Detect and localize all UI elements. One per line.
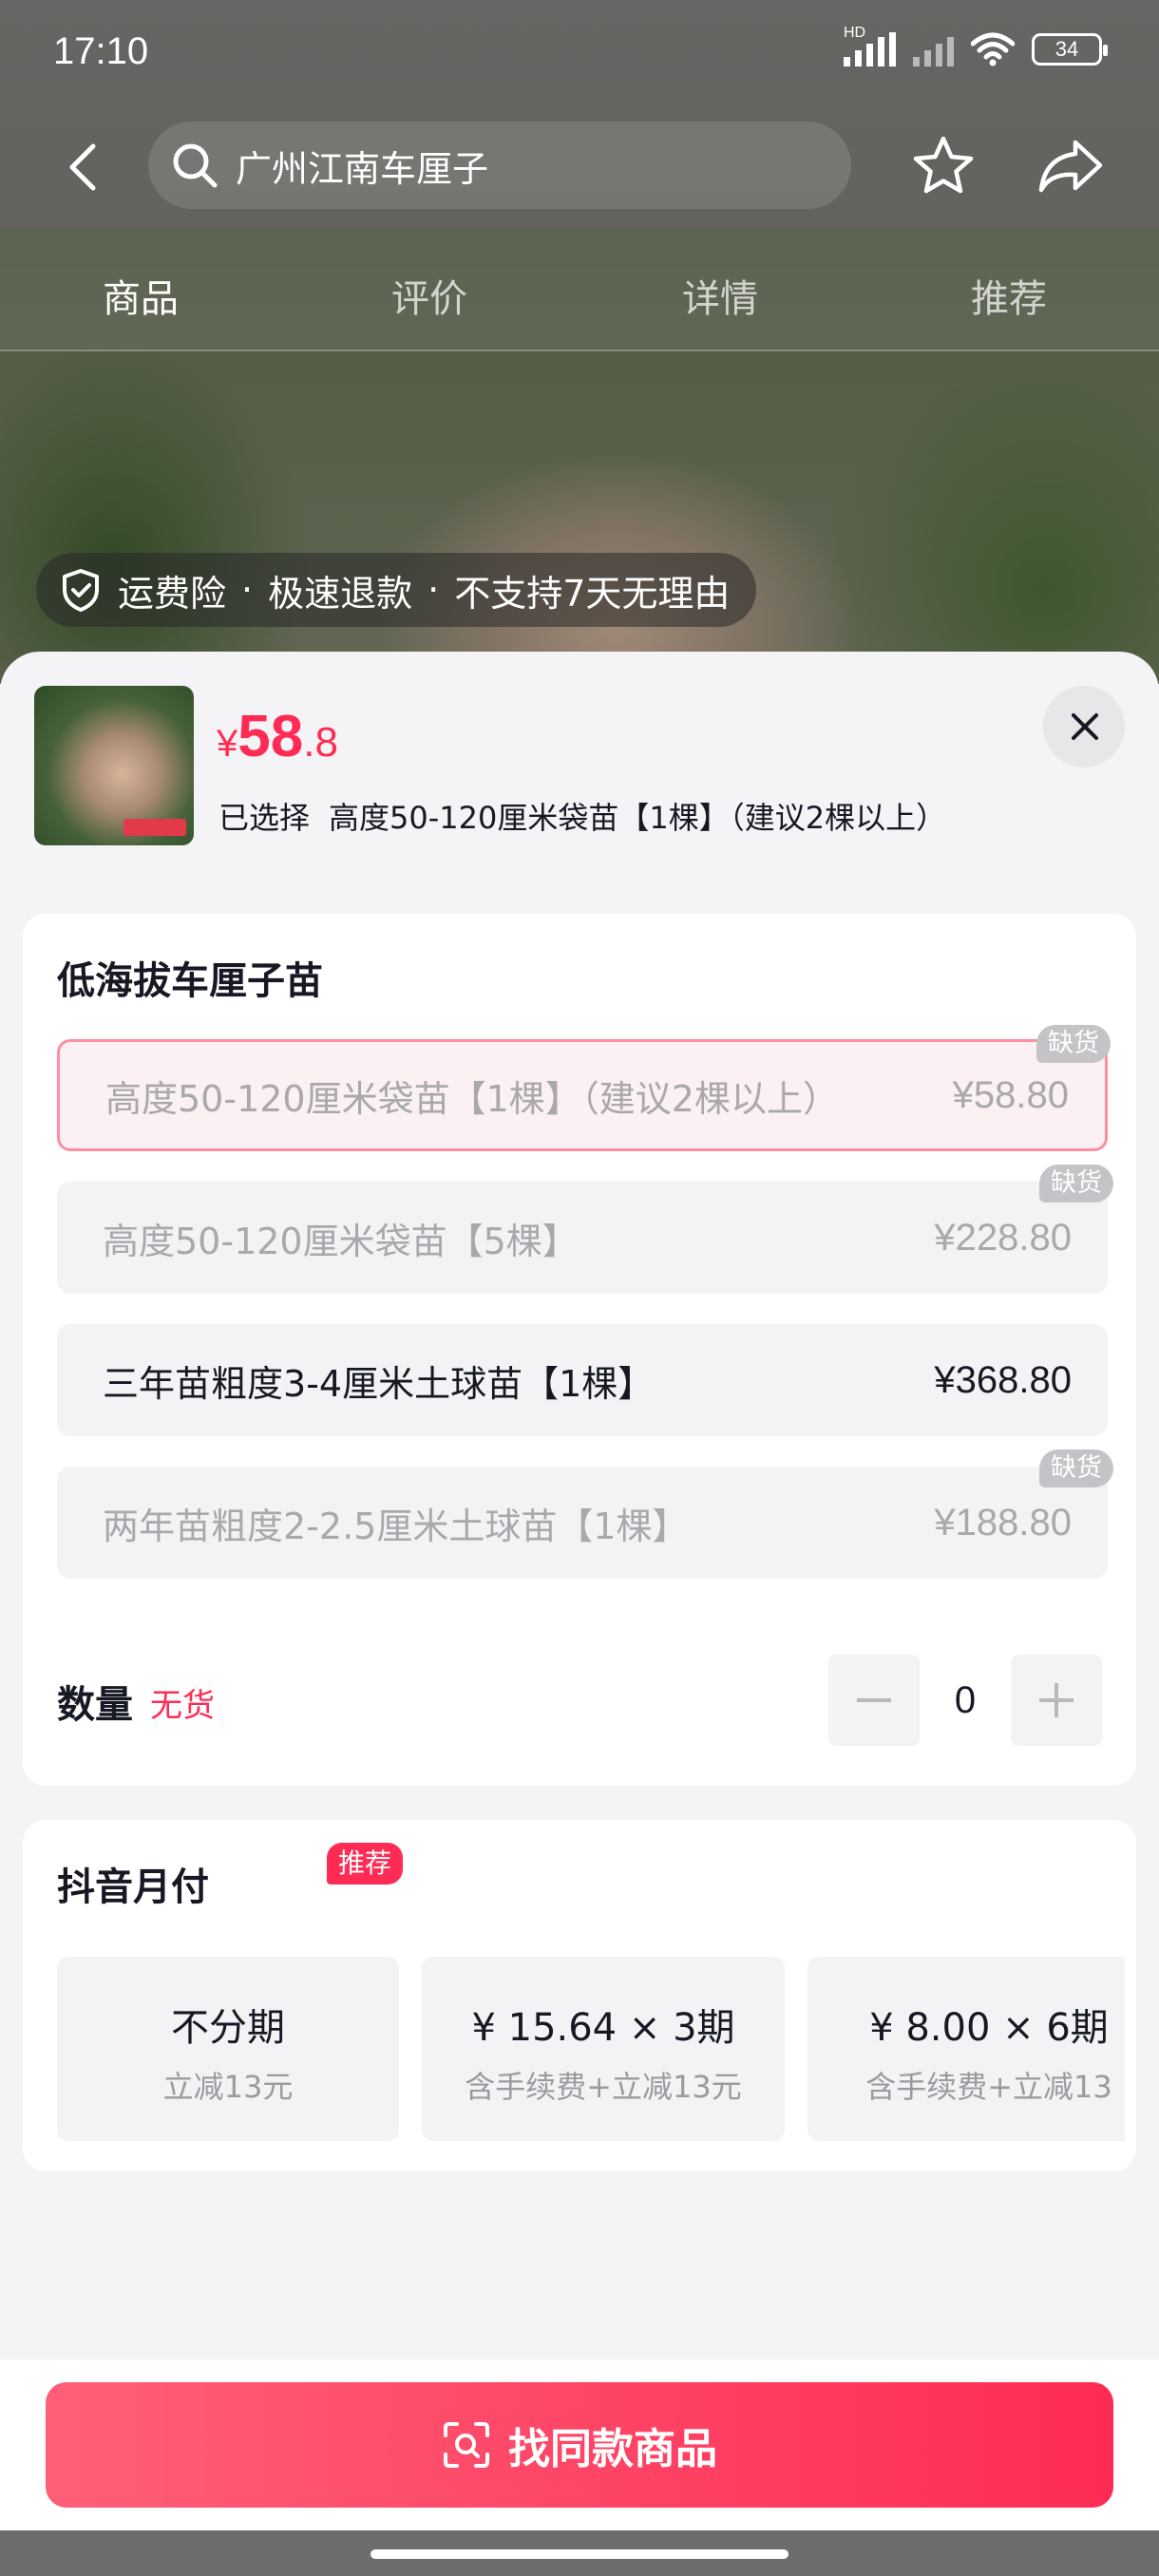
- back-arrow-icon[interactable]: [57, 139, 114, 196]
- guarantee-separator: ·: [241, 569, 254, 611]
- quantity-value[interactable]: 0: [920, 1655, 1011, 1746]
- status-bar: 17:10 HD 34: [0, 0, 1159, 106]
- product-image-banner: 17:10 HD 34 广州江南车厘子 商品 评价 详情 推荐 运费险 · 极速…: [0, 0, 1159, 684]
- wifi-icon: [971, 32, 1015, 66]
- product-price: ¥58.8: [217, 703, 338, 770]
- price-decimal: .8: [303, 719, 338, 766]
- option-price: ¥58.80: [952, 1073, 1069, 1116]
- star-icon[interactable]: [910, 133, 977, 199]
- spec-card: 低海拔车厘子苗 高度50-120厘米袋苗【1棵】（建议2棵以上） ¥58.80 …: [23, 914, 1136, 1786]
- option-price: ¥228.80: [934, 1216, 1072, 1259]
- option-price: ¥188.80: [934, 1501, 1072, 1544]
- home-indicator[interactable]: [370, 2549, 788, 2559]
- quantity-decrease-button[interactable]: [828, 1655, 920, 1746]
- quantity-label: 数量: [57, 1683, 133, 1727]
- scan-icon: [444, 2422, 489, 2468]
- option-label: 高度50-120厘米袋苗【5棵】: [103, 1220, 579, 1262]
- guarantee-separator: ·: [428, 569, 440, 611]
- selected-label: 已选择: [218, 800, 311, 836]
- out-of-stock-badge: 缺货: [1036, 1025, 1111, 1063]
- plan-sub: 含手续费+立减13元: [465, 2069, 742, 2105]
- guarantee-freight-insurance: 运费险: [118, 572, 227, 615]
- sku-selector-sheet: ¥58.8 已选择 高度50-120厘米袋苗【1棵】（建议2棵以上） 低海拔车厘子…: [0, 652, 1159, 2576]
- bottom-action-bar: 找同款商品: [0, 2359, 1159, 2530]
- share-icon[interactable]: [1036, 133, 1106, 199]
- tab-goods[interactable]: 商品: [103, 268, 179, 323]
- installment-card: 抖音月付 不分期 立减13元 ¥ 15.64 × 3期 含手续费+立减13元 ¥…: [23, 1820, 1136, 2171]
- hd-label: HD: [844, 25, 866, 41]
- installment-title: 抖音月付: [57, 1866, 209, 1909]
- tab-reviews[interactable]: 评价: [391, 268, 467, 323]
- selected-spec: 已选择 高度50-120厘米袋苗【1棵】（建议2棵以上）: [218, 794, 946, 838]
- top-nav: 广州江南车厘子: [0, 122, 1159, 213]
- search-bar[interactable]: 广州江南车厘子: [148, 122, 851, 209]
- close-icon[interactable]: [1043, 686, 1125, 767]
- spec-option[interactable]: 高度50-120厘米袋苗【1棵】（建议2棵以上） ¥58.80 缺货: [57, 1025, 1111, 1151]
- price-integer: 58: [238, 704, 304, 769]
- system-nav-area: [0, 2530, 1159, 2576]
- spec-option[interactable]: 高度50-120厘米袋苗【5棵】 ¥228.80 缺货: [57, 1165, 1113, 1294]
- guarantee-no-7day-return: 不支持7天无理由: [454, 572, 731, 615]
- spec-option[interactable]: 三年苗粗度3-4厘米土球苗【1棵】 ¥368.80: [57, 1324, 1108, 1436]
- quantity-stock-status: 无货: [150, 1687, 215, 1725]
- battery-level: 34: [1054, 37, 1079, 61]
- guarantee-fast-refund: 极速退款: [268, 572, 413, 615]
- option-label: 三年苗粗度3-4厘米土球苗【1棵】: [103, 1362, 655, 1405]
- battery-icon: 34: [1032, 33, 1108, 66]
- product-thumbnail[interactable]: [34, 686, 194, 845]
- sheet-header: ¥58.8 已选择 高度50-120厘米袋苗【1棵】（建议2棵以上）: [0, 652, 1159, 899]
- status-time: 17:10: [53, 30, 149, 72]
- plan-main: 不分期: [171, 2006, 285, 2050]
- search-query: 广州江南车厘子: [236, 147, 489, 190]
- installment-plan[interactable]: 不分期 立减13元: [57, 1957, 399, 2141]
- tab-bar: 商品 评价 详情 推荐: [0, 228, 1159, 351]
- installment-plans[interactable]: 不分期 立减13元 ¥ 15.64 × 3期 含手续费+立减13元 ¥ 8.00…: [57, 1957, 1125, 2143]
- option-label: 两年苗粗度2-2.5厘米土球苗【1棵】: [103, 1505, 689, 1547]
- find-similar-label: 找同款商品: [508, 2425, 717, 2473]
- recommend-badge: 推荐: [327, 1843, 404, 1885]
- signal-secondary-icon: [913, 32, 954, 66]
- quantity-increase-button[interactable]: [1011, 1655, 1102, 1746]
- option-label: 高度50-120厘米袋苗【1棵】（建议2棵以上）: [105, 1077, 839, 1120]
- tab-recommend[interactable]: 推荐: [971, 268, 1047, 323]
- selected-value: 高度50-120厘米袋苗【1棵】（建议2棵以上）: [329, 800, 947, 836]
- tab-details[interactable]: 详情: [682, 268, 758, 323]
- out-of-stock-badge: 缺货: [1039, 1165, 1113, 1203]
- installment-plan[interactable]: ¥ 15.64 × 3期 含手续费+立减13元: [422, 1957, 785, 2141]
- option-price: ¥368.80: [934, 1358, 1072, 1401]
- find-similar-button[interactable]: 找同款商品: [46, 2382, 1113, 2508]
- price-currency: ¥: [217, 723, 238, 765]
- out-of-stock-badge: 缺货: [1039, 1449, 1113, 1487]
- spec-title: 低海拔车厘子苗: [57, 959, 323, 1003]
- plan-sub: 含手续费+立减13: [865, 2069, 1112, 2105]
- service-guarantee-pill[interactable]: 运费险 · 极速退款 · 不支持7天无理由: [36, 553, 757, 627]
- plan-main: ¥ 15.64 × 3期: [471, 2006, 735, 2050]
- installment-plan[interactable]: ¥ 8.00 × 6期 含手续费+立减13: [808, 1957, 1125, 2141]
- plan-sub: 立减13元: [162, 2069, 294, 2105]
- search-icon: [173, 143, 218, 188]
- shield-check-icon: [63, 569, 99, 612]
- plan-main: ¥ 8.00 × 6期: [869, 2006, 1109, 2050]
- spec-option[interactable]: 两年苗粗度2-2.5厘米土球苗【1棵】 ¥188.80 缺货: [57, 1449, 1113, 1579]
